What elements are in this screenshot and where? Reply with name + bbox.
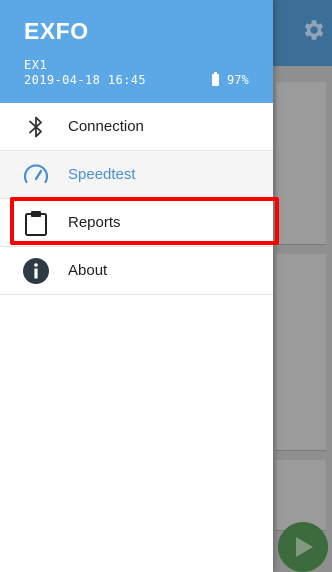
battery-percent: 97% [227,73,249,87]
play-button[interactable] [278,522,328,572]
device-name: EX1 [24,58,48,72]
speedometer-icon [23,164,49,184]
battery-status: 97% [212,72,249,87]
play-icon [296,537,313,557]
gear-icon[interactable] [300,17,326,43]
battery-icon [212,72,219,86]
menu-item-reports[interactable]: Reports [0,199,273,247]
menu-item-label: Connection [68,118,144,135]
menu-item-connection[interactable]: Connection [0,103,273,151]
clipboard-icon [25,211,47,236]
navigation-drawer: EXFO EX1 2019-04-18 16:45 97% Connection [0,0,273,572]
brand-logo: EXFO [24,18,89,44]
menu-item-speedtest[interactable]: Speedtest [0,151,273,199]
drawer-menu: Connection Speedtest Reports About [0,103,273,295]
background-card [276,254,326,451]
menu-item-label: Reports [68,214,121,231]
device-datetime: 2019-04-18 16:45 [24,73,146,87]
bluetooth-icon [29,116,42,138]
menu-item-label: Speedtest [68,166,136,183]
info-icon [23,258,49,284]
screen: EXFO EX1 2019-04-18 16:45 97% Connection [0,0,332,572]
menu-item-label: About [68,262,108,279]
background-card [276,82,326,245]
background-card [276,460,326,531]
menu-item-about[interactable]: About [0,247,273,295]
drawer-header: EXFO EX1 2019-04-18 16:45 97% [0,0,273,103]
